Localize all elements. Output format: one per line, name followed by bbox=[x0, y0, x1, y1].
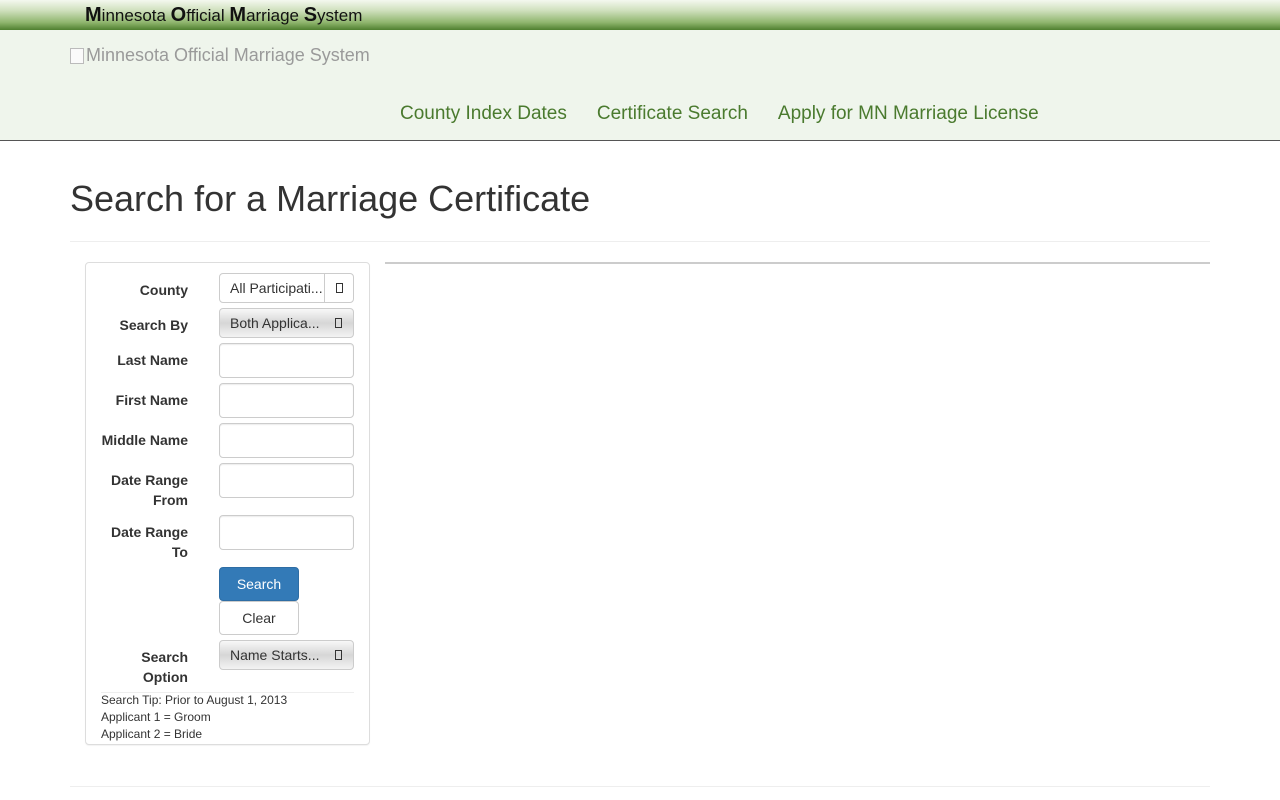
search-button[interactable]: Search bbox=[219, 567, 299, 601]
label-line: From bbox=[153, 492, 188, 508]
first-name-input[interactable] bbox=[219, 383, 354, 418]
brand-word: ystem bbox=[317, 6, 363, 25]
last-name-input[interactable] bbox=[219, 343, 354, 378]
first-name-label: First Name bbox=[115, 392, 188, 408]
site-brand: Minnesota Official Marriage System bbox=[85, 4, 362, 27]
brand-word: arriage bbox=[246, 6, 304, 25]
logo-alt-text: Minnesota Official Marriage System bbox=[86, 45, 370, 65]
search-option-label: Search Option bbox=[141, 647, 188, 687]
date-range-from-label: Date Range From bbox=[111, 470, 188, 510]
top-banner: Minnesota Official Marriage System bbox=[0, 0, 1280, 30]
search-option-select[interactable]: Name Starts... bbox=[219, 640, 354, 670]
middle-name-label: Middle Name bbox=[101, 432, 188, 448]
county-select[interactable]: All Participati... bbox=[219, 273, 354, 303]
label-line: Option bbox=[142, 669, 188, 685]
nav-county-index-dates[interactable]: County Index Dates bbox=[400, 103, 567, 125]
label-line: Search bbox=[141, 649, 188, 665]
results-divider bbox=[385, 262, 1210, 264]
brand-initial: M bbox=[85, 4, 102, 26]
site-header: Minnesota Official Marriage System Count… bbox=[0, 30, 1280, 141]
date-range-to-label: Date Range To bbox=[111, 522, 188, 562]
search-by-label: Search By bbox=[119, 317, 188, 333]
chevron-down-icon bbox=[324, 274, 353, 302]
search-tip: Search Tip: Prior to August 1, 2013 bbox=[101, 693, 288, 707]
brand-initial: O bbox=[170, 4, 187, 26]
nav-certificate-search[interactable]: Certificate Search bbox=[597, 103, 748, 125]
brand-word: innesota bbox=[101, 6, 171, 25]
footer-divider bbox=[70, 786, 1210, 787]
main-nav: County Index Dates Certificate Search Ap… bbox=[400, 103, 1039, 125]
brand-word: fficial bbox=[186, 6, 230, 25]
last-name-label: Last Name bbox=[117, 352, 188, 368]
middle-name-input[interactable] bbox=[219, 423, 354, 458]
county-select-value: All Participati... bbox=[230, 280, 323, 296]
search-form-panel: County All Participati... Search By Both… bbox=[85, 262, 370, 745]
site-logo[interactable]: Minnesota Official Marriage System bbox=[70, 45, 370, 66]
chevron-down-icon bbox=[324, 641, 353, 669]
brand-initial: S bbox=[303, 4, 318, 26]
chevron-down-icon bbox=[324, 309, 353, 337]
page-title: Search for a Marriage Certificate bbox=[70, 178, 591, 219]
search-tip: Applicant 1 = Groom bbox=[101, 710, 211, 724]
search-option-select-value: Name Starts... bbox=[230, 647, 320, 663]
label-line: Date Range bbox=[110, 472, 188, 488]
clear-button[interactable]: Clear bbox=[219, 601, 299, 635]
divider bbox=[70, 241, 1210, 242]
label-line: Date Range bbox=[110, 524, 188, 540]
date-range-from-input[interactable] bbox=[219, 463, 354, 498]
brand-initial: M bbox=[229, 4, 247, 26]
search-tip: Applicant 2 = Bride bbox=[101, 727, 203, 741]
search-by-select[interactable]: Both Applica... bbox=[219, 308, 354, 338]
label-line: To bbox=[171, 544, 188, 560]
county-label: County bbox=[139, 282, 188, 298]
broken-image-icon bbox=[70, 47, 84, 64]
date-range-to-input[interactable] bbox=[219, 515, 354, 550]
nav-apply-license[interactable]: Apply for MN Marriage License bbox=[778, 103, 1039, 125]
search-by-select-value: Both Applica... bbox=[230, 315, 320, 331]
